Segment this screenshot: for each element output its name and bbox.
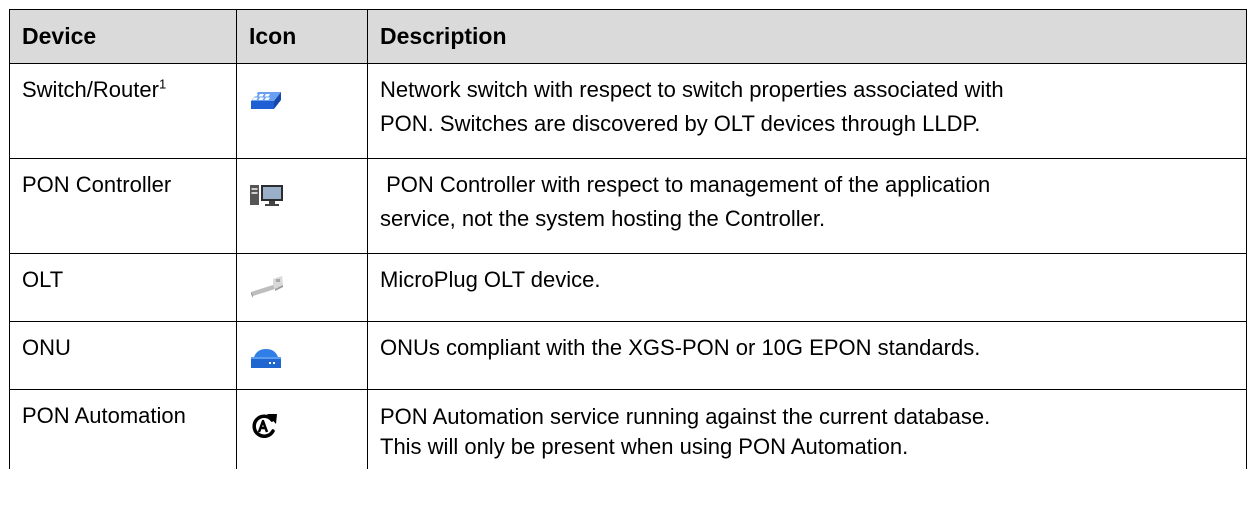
table-row: PON Automation PON Automation service ru… xyxy=(9,389,1247,469)
switch-icon xyxy=(249,87,283,123)
table-header-row: Device Icon Description xyxy=(9,9,1247,64)
table-row: PON Controller PON Controller with respe… xyxy=(9,158,1247,254)
description-cell: MicroPlug OLT device. xyxy=(367,253,1247,322)
device-cell: Switch/Router1 xyxy=(9,63,237,159)
device-cell: PON Controller xyxy=(9,158,237,254)
header-icon: Icon xyxy=(236,9,368,64)
table-row: OLT MicroPlug OLT device. xyxy=(9,253,1247,322)
description-cell: PON Automation service running against t… xyxy=(367,389,1247,469)
description-line: PON Automation service running against t… xyxy=(380,404,991,429)
automation-icon xyxy=(249,411,279,451)
description-line: service, not the system hosting the Cont… xyxy=(380,206,826,231)
description-line: MicroPlug OLT device. xyxy=(380,267,601,292)
description-line: PON Controller with respect to managemen… xyxy=(380,172,991,197)
icon-cell xyxy=(236,158,368,254)
icon-cell xyxy=(236,253,368,322)
device-name: Switch/Router xyxy=(22,77,159,102)
icon-cell xyxy=(236,389,368,469)
pc-icon xyxy=(249,182,285,220)
icon-cell xyxy=(236,321,368,390)
header-description: Description xyxy=(367,9,1247,64)
header-device: Device xyxy=(9,9,237,64)
description-cell: PON Controller with respect to managemen… xyxy=(367,158,1247,254)
onu-icon xyxy=(249,347,283,381)
olt-plug-icon xyxy=(249,275,285,309)
device-name: ONU xyxy=(22,335,71,360)
footnote-marker: 1 xyxy=(158,76,167,92)
device-name: PON Controller xyxy=(22,172,172,197)
device-cell: OLT xyxy=(9,253,237,322)
device-name: PON Automation xyxy=(22,403,186,428)
table-row: ONU ONUs compliant with the XGS-PON or 1… xyxy=(9,321,1247,390)
description-cell: Network switch with respect to switch pr… xyxy=(367,63,1247,159)
description-line: ONUs compliant with the XGS-PON or 10G E… xyxy=(380,335,981,360)
device-cell: ONU xyxy=(9,321,237,390)
description-line: This will only be present when using PON… xyxy=(380,434,909,459)
device-table: Device Icon Description Switch/Router1 N… xyxy=(9,9,1247,469)
description-line: PON. Switches are discovered by OLT devi… xyxy=(380,111,981,136)
description-cell: ONUs compliant with the XGS-PON or 10G E… xyxy=(367,321,1247,390)
icon-cell xyxy=(236,63,368,159)
table-row: Switch/Router1 Network switch with respe… xyxy=(9,63,1247,159)
description-line: Network switch with respect to switch pr… xyxy=(380,77,1004,102)
device-name: OLT xyxy=(22,267,64,292)
device-cell: PON Automation xyxy=(9,389,237,469)
